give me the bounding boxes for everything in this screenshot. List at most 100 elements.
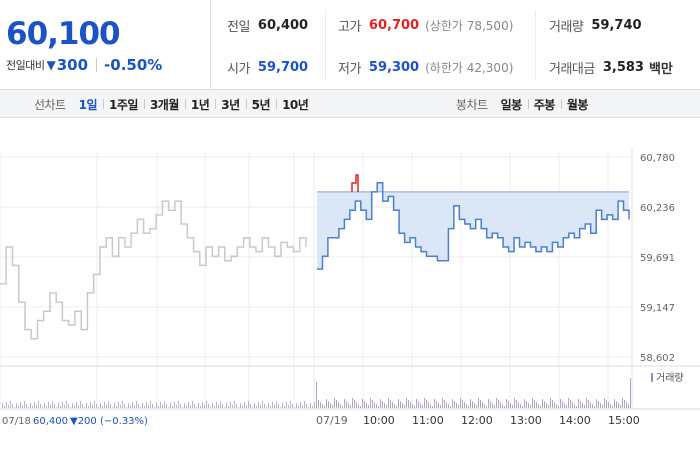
volume-bar bbox=[460, 398, 461, 408]
volume-bar bbox=[618, 403, 619, 408]
volume-bar bbox=[366, 403, 367, 408]
volume-bar bbox=[256, 406, 257, 408]
volume-bar bbox=[232, 405, 233, 408]
period-5y[interactable]: 5년 bbox=[245, 96, 276, 113]
volume-bar bbox=[178, 401, 179, 408]
volume-bar bbox=[142, 403, 143, 408]
volume-bar bbox=[476, 405, 477, 408]
period-3y[interactable]: 3년 bbox=[215, 96, 245, 113]
volume-bar bbox=[584, 405, 585, 408]
volume-bar bbox=[132, 402, 133, 408]
period-1y[interactable]: 1년 bbox=[184, 96, 215, 113]
volume-bar bbox=[154, 407, 155, 408]
volume-bar bbox=[354, 400, 355, 408]
volume-bar bbox=[412, 404, 413, 408]
period-3m[interactable]: 3개월 bbox=[143, 96, 185, 113]
candle-weekly[interactable]: 주봉 bbox=[527, 96, 561, 113]
volume-bar bbox=[90, 402, 91, 408]
low-stat: 저가 59,300 (하한가 42,300) bbox=[338, 58, 513, 77]
candle-chart-title: 봉차트 bbox=[456, 97, 488, 112]
price-change-row: 전일대비 ▼ 300 -0.50% bbox=[6, 56, 162, 74]
volume-bar bbox=[438, 403, 439, 408]
volume-bar bbox=[352, 398, 353, 408]
prev-day-line bbox=[0, 200, 307, 340]
volume-bar bbox=[504, 406, 505, 408]
candle-daily[interactable]: 일봉 bbox=[495, 96, 528, 113]
period-10y[interactable]: 10년 bbox=[276, 96, 314, 113]
volume-bar bbox=[578, 399, 579, 408]
volume-bar bbox=[594, 406, 595, 408]
chart-toolbar: 선차트 1일 1주일 3개월 1년 3년 5년 10년 봉차트 일봉 주봉 월봉 bbox=[0, 90, 700, 118]
volume-bar bbox=[304, 401, 305, 408]
volume-bar bbox=[192, 401, 193, 408]
volume-bar bbox=[376, 404, 377, 408]
volume-bar bbox=[510, 403, 511, 408]
volume-bar bbox=[506, 399, 507, 408]
volume-bar bbox=[350, 405, 351, 408]
volume-bar bbox=[404, 405, 405, 408]
volume-bar bbox=[570, 400, 571, 408]
volume-bar bbox=[74, 406, 75, 408]
amount-value: 3,583 bbox=[602, 60, 644, 75]
volume-bar bbox=[58, 403, 59, 408]
volume-bar bbox=[626, 402, 627, 408]
volume-bar bbox=[424, 398, 425, 408]
volume-bar bbox=[310, 403, 311, 408]
volume-bar bbox=[318, 400, 319, 408]
volume-bar bbox=[270, 406, 271, 408]
volume-bar bbox=[258, 402, 259, 408]
amount-unit: 백만 bbox=[648, 62, 673, 77]
volume-bar bbox=[186, 406, 187, 408]
y-tick-label: 59,147 bbox=[640, 303, 675, 314]
volume-bar bbox=[496, 398, 497, 408]
volume-bar bbox=[384, 403, 385, 408]
volume-bar bbox=[230, 402, 231, 408]
current-price-box: 60,100 전일대비 ▼ 300 -0.50% bbox=[0, 0, 211, 90]
volume-bar bbox=[294, 407, 295, 408]
volume-bar bbox=[62, 402, 63, 408]
volume-bar bbox=[162, 405, 163, 408]
volume-bar bbox=[330, 403, 331, 408]
volume-bar bbox=[14, 407, 15, 408]
volume-bar bbox=[528, 403, 529, 408]
prev-session-date: 07/18 bbox=[2, 416, 31, 427]
volume-bar bbox=[554, 402, 555, 408]
volume-bar bbox=[382, 401, 383, 408]
volume-bar bbox=[602, 405, 603, 408]
volume-bar bbox=[50, 405, 51, 408]
volume-bar bbox=[550, 398, 551, 408]
volume-bar bbox=[526, 401, 527, 408]
change-value: 300 bbox=[56, 56, 89, 74]
volume-bar bbox=[66, 401, 67, 408]
volume-bar bbox=[562, 401, 563, 408]
candle-monthly[interactable]: 월봉 bbox=[560, 96, 594, 113]
volume-bar bbox=[458, 405, 459, 408]
volume-bar bbox=[486, 406, 487, 408]
volume-bar bbox=[30, 403, 31, 408]
volume-bar bbox=[22, 405, 23, 408]
volume-bar bbox=[158, 406, 159, 408]
period-1d[interactable]: 1일 bbox=[73, 96, 103, 113]
volume-bar bbox=[388, 398, 389, 408]
volume-bar bbox=[358, 404, 359, 408]
volume-bar bbox=[442, 398, 443, 408]
volume-bar bbox=[206, 401, 207, 408]
volume-bar bbox=[170, 403, 171, 408]
volume-bar bbox=[34, 402, 35, 408]
open-value: 59,700 bbox=[257, 60, 309, 75]
volume-bar bbox=[6, 402, 7, 408]
volume-bar bbox=[332, 405, 333, 408]
volume-bar bbox=[360, 406, 361, 408]
volume-bar bbox=[608, 402, 609, 408]
volume-bar bbox=[264, 404, 265, 408]
period-1w[interactable]: 1주일 bbox=[103, 96, 144, 113]
volume-bar bbox=[472, 401, 473, 408]
volume-bar bbox=[308, 407, 309, 408]
volume-bar bbox=[166, 404, 167, 408]
volume-bar bbox=[228, 406, 229, 408]
volume-bar bbox=[148, 405, 149, 408]
volume-bar bbox=[244, 402, 245, 408]
volume-bar bbox=[464, 402, 465, 408]
volume-bar bbox=[380, 399, 381, 408]
volume-bar bbox=[502, 404, 503, 408]
